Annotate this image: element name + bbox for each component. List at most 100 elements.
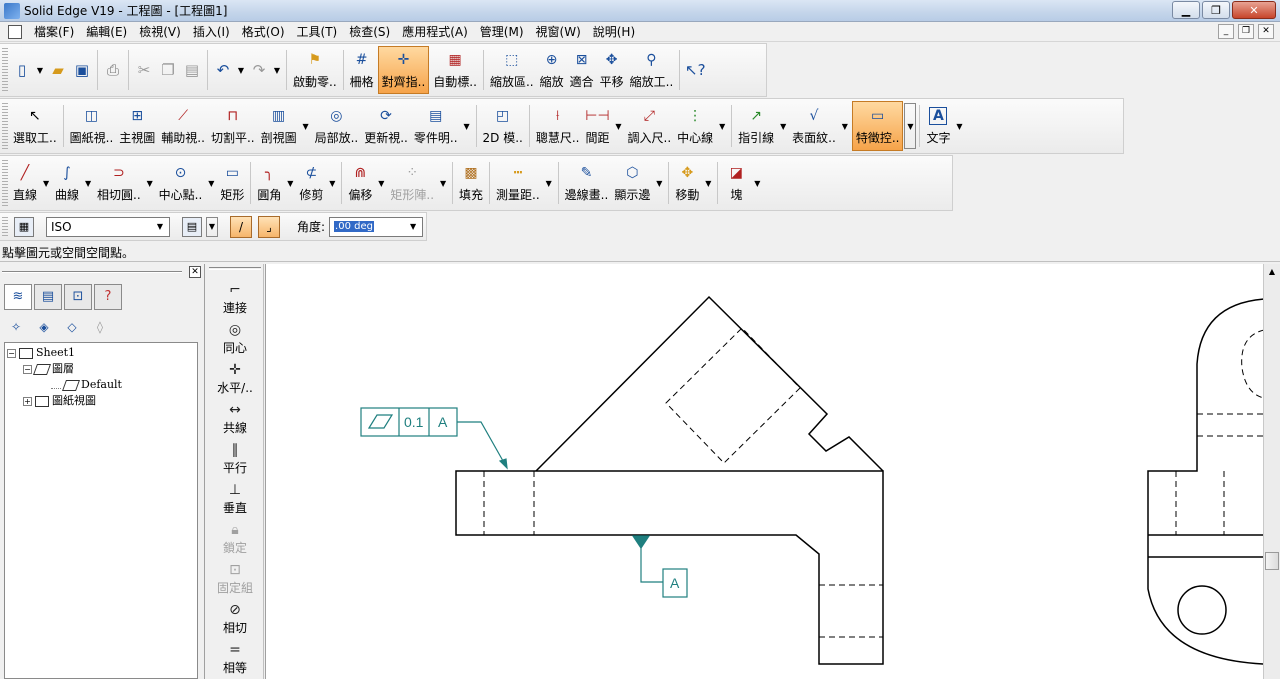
pane-close-icon[interactable]: ✕ [189,266,201,278]
center-point-dropdown[interactable]: ▼ [205,156,217,210]
zoom-area-button[interactable]: ⬚ 縮放區.. [487,44,537,96]
show-edges-button[interactable]: ⬡ 顯示邊 [611,156,653,210]
rectangular-pattern-dropdown[interactable]: ▼ [437,156,449,210]
center-line-dropdown[interactable]: ▼ [716,99,728,153]
offset-dropdown[interactable]: ▼ [375,156,387,210]
edge-painter-button[interactable]: ✎ 邊線畫.. [562,156,612,210]
fillet-dropdown[interactable]: ▼ [284,156,296,210]
move-layer-icon[interactable]: ◊ [88,316,112,338]
move-dropdown[interactable]: ▼ [702,156,714,210]
solid-edge-app-icon[interactable] [4,2,20,19]
drawing-sheet[interactable]: 0.1 A A [265,264,1263,679]
line-button[interactable]: ╱ 直線 [10,156,40,210]
leader-button[interactable]: ↗ 指引線 [735,99,777,153]
menu-window[interactable]: 視窗(W) [530,23,587,41]
line-toggle-icon[interactable]: / [230,215,252,238]
hide-layer-icon[interactable]: ◇ [60,316,84,338]
fcf-tolerance[interactable]: 0.1 [404,414,424,430]
style-options-icon[interactable]: ▤ [182,216,202,237]
toolbar-grip[interactable] [2,160,8,206]
collapse-icon[interactable]: − [7,348,16,358]
fillet-button[interactable]: ╮ 圓角 [254,156,284,210]
tree-node-default[interactable]: Default [7,377,195,393]
collapse-icon[interactable]: − [23,364,32,374]
datum-label[interactable]: A [670,575,680,591]
horizontal-vertical-button[interactable]: ✛ 水平/.. [206,358,264,398]
curve-dropdown[interactable]: ▼ [82,156,94,210]
tangent-button[interactable]: ⊘ 相切 [206,598,264,638]
undo-dropdown[interactable]: ▼ [235,44,247,96]
menu-view[interactable]: 檢視(V) [133,23,187,41]
tab-help-icon[interactable]: ? [94,284,122,310]
front-view[interactable] [455,295,884,665]
fill-button[interactable]: ▩ 填充 [456,156,486,210]
trim-button[interactable]: ⊄ 修剪 [296,156,326,210]
line-dropdown[interactable]: ▼ [40,156,52,210]
properties-icon[interactable]: ▦ [14,216,34,237]
vertical-scrollbar[interactable]: ▲ [1263,264,1280,679]
rectangle-button[interactable]: ▭ 矩形 [217,156,247,210]
paste-icon[interactable]: ▤ [180,44,204,96]
menu-file[interactable]: 檔案(F) [28,23,80,41]
open-folder-icon[interactable]: ▰ [46,44,70,96]
tab-library-icon[interactable]: ▤ [34,284,62,310]
print-icon[interactable]: ⎙ [101,44,125,96]
measure-distance-dropdown[interactable]: ▼ [543,156,555,210]
center-line-button[interactable]: ⋮ 中心線 [674,99,716,153]
redo-icon[interactable]: ↷ [247,44,271,96]
restore-button[interactable]: ❐ [1202,1,1230,19]
measure-distance-button[interactable]: ┅ 測量距.. [493,156,543,210]
center-point-circle-button[interactable]: ⊙ 中心點.. [156,156,206,210]
grid-button[interactable]: # 柵格 [347,44,377,96]
fcf-datum[interactable]: A [438,414,448,430]
cutting-plane-button[interactable]: ⊓ 切割平.. [208,99,258,153]
principal-view-button[interactable]: ⊞ 主視圖 [116,99,158,153]
block-button[interactable]: ◪ 塊 [721,156,751,210]
menu-format[interactable]: 格式(O) [236,23,291,41]
doc-close-button[interactable]: ✕ [1258,24,1274,39]
feature-control-frame[interactable] [360,407,508,470]
rigid-set-button[interactable]: ⊡ 固定組 [206,558,264,598]
help-pointer-icon[interactable]: ↖? [683,44,707,96]
tree-node-sheet[interactable]: − Sheet1 [7,345,195,361]
close-button[interactable]: ✕ [1232,1,1276,19]
equal-button[interactable]: = 相等 [206,638,264,678]
toolbar-grip[interactable] [2,48,8,92]
save-icon[interactable]: ▣ [70,44,94,96]
tangent-arc-button[interactable]: ⊃ 相切圓.. [94,156,144,210]
angled-boss-outline[interactable] [535,295,884,472]
undo-icon[interactable]: ↶ [211,44,235,96]
parts-list-dropdown[interactable]: ▼ [461,99,473,153]
toolbar-grip[interactable] [2,216,8,237]
toolbar-grip[interactable] [2,103,8,149]
rectangular-pattern-button[interactable]: ⁘ 矩形陣.. [387,156,437,210]
parts-list-button[interactable]: ▤ 零件明.. [411,99,461,153]
document-icon[interactable] [8,24,22,39]
tree-node-layers[interactable]: − 圖層 [7,361,195,377]
part-outline[interactable] [455,470,884,665]
align-indicator-button[interactable]: ✛ 對齊指.. [377,46,430,94]
doc-restore-button[interactable]: ❐ [1238,24,1254,39]
new-dropdown[interactable]: ▼ [34,44,46,96]
menu-applications[interactable]: 應用程式(A) [396,23,474,41]
fit-button[interactable]: ⊠ 適合 [567,44,597,96]
new-file-icon[interactable]: ▯ [10,44,34,96]
section-view-dropdown[interactable]: ▼ [300,99,312,153]
update-view-button[interactable]: ⟳ 更新視.. [361,99,411,153]
auto-label-button[interactable]: ▦ 自動標.. [430,44,480,96]
drawing-view-button[interactable]: ◫ 圖紙視.. [67,99,117,153]
select-tool-button[interactable]: ↖ 選取工.. [10,99,60,153]
surface-texture-dropdown[interactable]: ▼ [839,99,851,153]
angle-input[interactable]: .00 deg ▼ [329,216,424,237]
distance-dropdown[interactable]: ▼ [613,99,625,153]
expand-icon[interactable]: + [23,396,32,406]
lock-button[interactable]: 🔒︎ 鎖定 [206,518,264,558]
menu-manage[interactable]: 管理(M) [474,23,530,41]
activate-part-button[interactable]: ⚑ 啟動零.. [290,44,340,96]
new-layer-icon[interactable]: ✧ [4,316,28,338]
style-options-dropdown[interactable]: ▼ [206,216,218,237]
show-edges-dropdown[interactable]: ▼ [653,156,665,210]
doc-minimize-button[interactable]: _ [1218,24,1234,39]
section-view-button[interactable]: ▥ 剖視圖 [258,99,300,153]
surface-texture-button[interactable]: √ 表面紋.. [789,99,839,153]
